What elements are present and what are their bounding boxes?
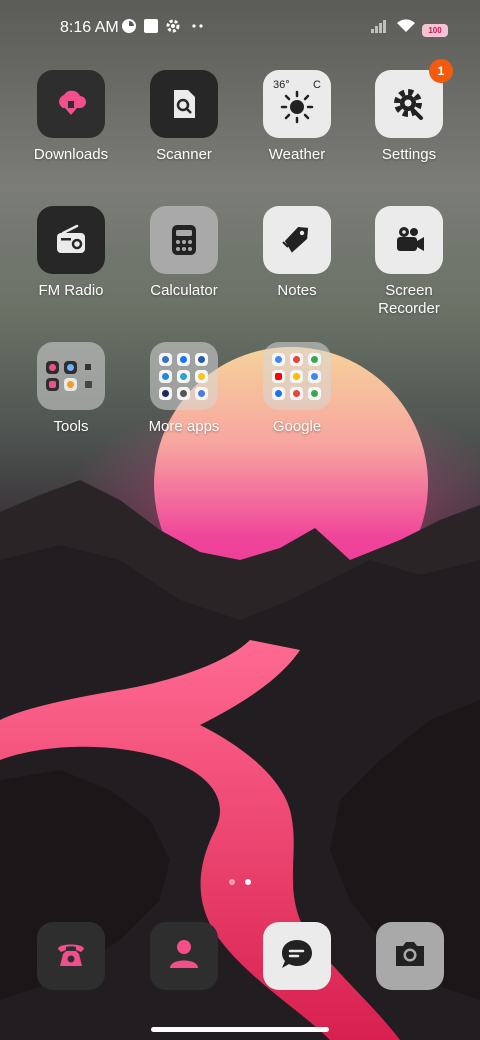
app-label: Screen Recorder [378, 282, 440, 317]
folder-icon [37, 342, 105, 410]
radio-icon [37, 206, 105, 274]
app-scanner[interactable]: Scanner [128, 70, 240, 164]
mini-app-icon [290, 386, 303, 400]
app-label: Scanner [156, 146, 212, 163]
weather-sun-icon: 36° C [263, 70, 331, 138]
app-label: More apps [148, 418, 220, 435]
download-cloud-icon [37, 70, 105, 138]
mini-app-icon [272, 386, 285, 400]
mini-app-icon [177, 369, 190, 383]
mini-app-icon [46, 378, 59, 391]
signal-icon [370, 18, 390, 39]
page-dot[interactable] [229, 879, 235, 885]
contact-person-icon [165, 935, 203, 978]
app-calculator[interactable]: Calculator [128, 206, 240, 300]
wifi-icon [396, 18, 416, 39]
tag-icon [263, 206, 331, 274]
mini-app-icon [177, 386, 190, 400]
notification-badge: 1 [429, 59, 453, 83]
mini-app-icon [46, 361, 59, 374]
gear-icon [165, 18, 181, 39]
page-dot-active[interactable] [245, 879, 251, 885]
mini-app-icon [195, 352, 208, 366]
mini-app-icon [159, 352, 172, 366]
app-fm-radio[interactable]: FM Radio [15, 206, 127, 300]
scanner-icon [150, 70, 218, 138]
mini-app-icon [64, 361, 77, 374]
more-dots-icon [190, 18, 206, 39]
mini-app-icon [272, 369, 285, 383]
dock-contacts-button[interactable] [150, 922, 218, 990]
mini-app-icon [159, 369, 172, 383]
mini-app-icon [64, 378, 77, 391]
status-bar: 8:16 AM 100 [0, 0, 480, 56]
folder-tools[interactable]: Tools [15, 342, 127, 436]
data-saver-icon [121, 18, 137, 39]
page-indicator [0, 879, 480, 887]
dock-camera-button[interactable] [376, 922, 444, 990]
battery-icon: 100 [422, 20, 448, 38]
app-notes[interactable]: Notes [241, 206, 353, 300]
mini-app-icon [308, 352, 321, 366]
video-camera-icon [375, 206, 443, 274]
folder-icon [263, 342, 331, 410]
battery-level: 100 [422, 24, 448, 37]
app-label: Downloads [33, 146, 109, 163]
mini-app-icon [290, 369, 303, 383]
mini-app-icon [195, 386, 208, 400]
app-label: Calculator [150, 282, 218, 299]
mini-app-icon [177, 352, 190, 366]
mini-app-icon [159, 386, 172, 400]
phone-icon [52, 935, 90, 978]
mini-app-icon [308, 386, 321, 400]
calculator-icon [150, 206, 218, 274]
weather-unit: C [313, 79, 321, 91]
mini-app-icon [290, 352, 303, 366]
gear-wrench-icon: 1 [375, 59, 453, 138]
folder-icon [150, 342, 218, 410]
app-label: FM Radio [38, 282, 104, 299]
weather-temp: 36° [273, 79, 290, 91]
app-screen-recorder[interactable]: Screen Recorder [353, 206, 465, 318]
app-label: Settings [381, 146, 437, 163]
app-downloads[interactable]: Downloads [15, 70, 127, 164]
mini-app-icon [195, 369, 208, 383]
dock-messages-button[interactable] [263, 922, 331, 990]
mini-app-icon [82, 361, 95, 374]
app-label: Tools [53, 418, 89, 435]
app-label: Weather [268, 146, 326, 163]
mini-app-icon [308, 369, 321, 383]
app-label: Google [272, 418, 322, 435]
dock-phone-button[interactable] [37, 922, 105, 990]
mini-app-icon [82, 378, 95, 391]
app-settings[interactable]: 1 Settings [353, 59, 465, 164]
app-weather[interactable]: 36° C Weather [241, 70, 353, 164]
status-time: 8:16 AM [60, 19, 119, 36]
mini-app-icon [272, 352, 285, 366]
home-indicator[interactable] [151, 1027, 329, 1032]
folder-google[interactable]: Google [241, 342, 353, 436]
chat-bubble-icon [278, 935, 316, 978]
app-square-icon [143, 18, 159, 39]
camera-icon [391, 935, 429, 978]
folder-more-apps[interactable]: More apps [128, 342, 240, 436]
app-label: Notes [277, 282, 317, 299]
